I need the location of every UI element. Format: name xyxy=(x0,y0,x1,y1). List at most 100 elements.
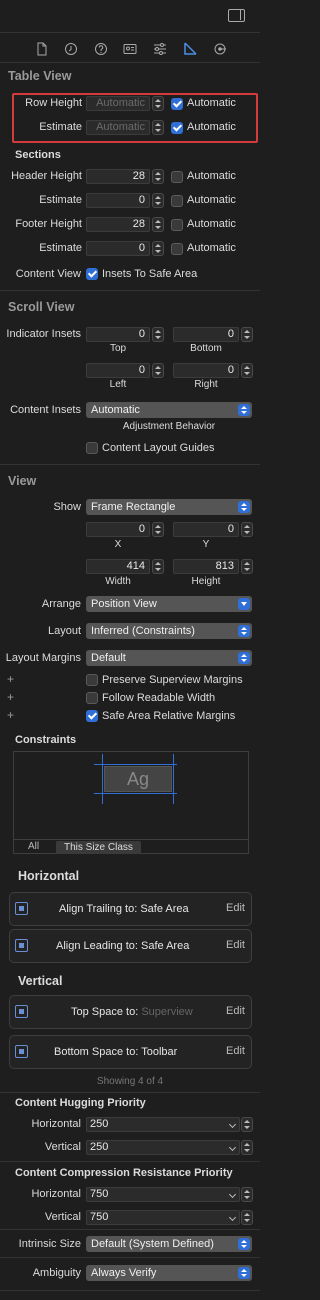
header-estimate-field[interactable]: 0 xyxy=(86,193,150,208)
compression-horizontal-combo[interactable]: 750 xyxy=(86,1187,240,1202)
edit-button[interactable]: Edit xyxy=(226,902,245,914)
layout-margins-popup[interactable]: Default xyxy=(86,650,252,666)
preview-bottom-line xyxy=(94,793,177,794)
compression-vertical-stepper[interactable] xyxy=(241,1210,253,1225)
add-readable-variation-icon[interactable]: + xyxy=(7,690,14,704)
content-insets-label: Content Insets xyxy=(10,404,81,416)
safe-area-margins-checkbox[interactable] xyxy=(86,710,98,722)
hugging-horizontal-combo[interactable]: 250 xyxy=(86,1117,240,1132)
tab-this-size-class[interactable]: This Size Class xyxy=(56,841,141,854)
hugging-horizontal-stepper[interactable] xyxy=(241,1117,253,1132)
hugging-vertical-stepper[interactable] xyxy=(241,1140,253,1155)
footer-estimate-field[interactable]: 0 xyxy=(86,241,150,256)
inset-left-stepper[interactable] xyxy=(152,363,164,378)
y-stepper[interactable] xyxy=(241,522,253,537)
estimate-stepper[interactable] xyxy=(152,120,164,135)
header-estimate-automatic-checkbox[interactable] xyxy=(171,195,183,207)
inset-top-field[interactable]: 0 xyxy=(86,327,150,342)
content-layout-guides-checkbox[interactable] xyxy=(86,442,98,454)
estimate-automatic-label: Automatic xyxy=(187,121,236,133)
tab-all[interactable]: All xyxy=(28,841,39,852)
show-label: Show xyxy=(53,501,81,513)
constraint-target: Safe Area xyxy=(140,903,189,915)
help-icon[interactable] xyxy=(94,42,108,56)
bottom-space-icon xyxy=(15,1045,28,1058)
footer-estimate-automatic-checkbox[interactable] xyxy=(171,243,183,255)
size-icon[interactable] xyxy=(183,42,197,56)
width-stepper[interactable] xyxy=(152,559,164,574)
header-height-stepper[interactable] xyxy=(152,169,164,184)
readable-width-checkbox[interactable] xyxy=(86,692,98,704)
estimate-automatic-checkbox[interactable] xyxy=(171,122,183,134)
edit-button[interactable]: Edit xyxy=(226,939,245,951)
row-height-stepper[interactable] xyxy=(152,96,164,111)
preserve-margins-checkbox[interactable] xyxy=(86,674,98,686)
add-preserve-variation-icon[interactable]: + xyxy=(7,672,14,686)
insets-safe-area-label: Insets To Safe Area xyxy=(102,268,198,280)
adjustment-behavior-caption: Adjustment Behavior xyxy=(122,421,216,432)
popup-arrows-icon xyxy=(238,1267,250,1279)
edit-button[interactable]: Edit xyxy=(226,1045,245,1057)
show-popup[interactable]: Frame Rectangle xyxy=(86,499,252,515)
inset-bottom-stepper[interactable] xyxy=(241,327,253,342)
footer-height-stepper[interactable] xyxy=(152,217,164,232)
height-field[interactable]: 813 xyxy=(173,559,239,574)
header-height-automatic-checkbox[interactable] xyxy=(171,171,183,183)
constraint-row[interactable]: Top Space to: Superview Edit xyxy=(9,995,252,1029)
footer-height-automatic-checkbox[interactable] xyxy=(171,219,183,231)
row-height-automatic-checkbox[interactable] xyxy=(171,98,183,110)
insets-safe-area-checkbox[interactable] xyxy=(86,268,98,280)
arrange-popup[interactable]: Position View xyxy=(86,596,252,612)
constraint-row[interactable]: Align Leading to: Safe Area Edit xyxy=(9,929,252,963)
edit-button[interactable]: Edit xyxy=(226,1005,245,1017)
intrinsic-size-popup[interactable]: Default (System Defined) xyxy=(86,1236,252,1252)
inset-top-stepper[interactable] xyxy=(152,327,164,342)
inset-bottom-field[interactable]: 0 xyxy=(173,327,239,342)
compression-horizontal-stepper[interactable] xyxy=(241,1187,253,1202)
estimate-field[interactable]: Automatic xyxy=(86,120,150,135)
estimate-label: Estimate xyxy=(39,121,82,133)
inset-right-field[interactable]: 0 xyxy=(173,363,239,378)
ambiguity-popup[interactable]: Always Verify xyxy=(86,1265,252,1281)
sidebar-toggle-icon[interactable] xyxy=(228,9,245,22)
identity-icon[interactable] xyxy=(123,42,137,56)
header-estimate-stepper[interactable] xyxy=(152,193,164,208)
inset-right-stepper[interactable] xyxy=(241,363,253,378)
add-safe-area-variation-icon[interactable]: + xyxy=(7,708,14,722)
vertical-title: Vertical xyxy=(18,974,63,988)
align-trailing-icon xyxy=(15,902,28,915)
x-field[interactable]: 0 xyxy=(86,522,150,537)
readable-width-label: Follow Readable Width xyxy=(102,692,216,704)
hugging-vertical-combo[interactable]: 250 xyxy=(86,1140,240,1155)
attributes-icon[interactable] xyxy=(153,42,167,56)
constraint-row[interactable]: Align Trailing to: Safe Area Edit xyxy=(9,892,252,926)
file-icon[interactable] xyxy=(35,42,49,56)
width-field[interactable]: 414 xyxy=(86,559,150,574)
content-insets-value: Automatic xyxy=(91,404,140,416)
height-stepper[interactable] xyxy=(241,559,253,574)
compression-vertical-combo[interactable]: 750 xyxy=(86,1210,240,1225)
constraint-target: Superview xyxy=(141,1006,193,1018)
constraint-row[interactable]: Bottom Space to: Toolbar Edit xyxy=(9,1035,252,1069)
row-height-label: Row Height xyxy=(25,97,82,109)
header-height-field[interactable]: 28 xyxy=(86,169,150,184)
inset-left-field[interactable]: 0 xyxy=(86,363,150,378)
layout-popup[interactable]: Inferred (Constraints) xyxy=(86,623,252,639)
history-icon[interactable] xyxy=(64,42,78,56)
x-stepper[interactable] xyxy=(152,522,164,537)
constraints-preview: Ag All This Size Class xyxy=(13,751,249,854)
footer-height-field[interactable]: 28 xyxy=(86,217,150,232)
layout-value: Inferred (Constraints) xyxy=(91,625,195,637)
connections-icon[interactable] xyxy=(213,42,227,56)
constraints-title: Constraints xyxy=(15,734,77,746)
compression-horizontal-label: Horizontal xyxy=(31,1188,81,1200)
header-estimate-automatic-label: Automatic xyxy=(187,194,236,206)
y-field[interactable]: 0 xyxy=(173,522,239,537)
indicator-insets-label: Indicator Insets xyxy=(6,328,81,340)
header-estimate-label: Estimate xyxy=(39,194,82,206)
scroll-view-section-title: Scroll View xyxy=(8,300,75,314)
sections-title: Sections xyxy=(15,149,61,161)
row-height-field[interactable]: Automatic xyxy=(86,96,150,111)
footer-estimate-stepper[interactable] xyxy=(152,241,164,256)
content-insets-popup[interactable]: Automatic xyxy=(86,402,252,418)
